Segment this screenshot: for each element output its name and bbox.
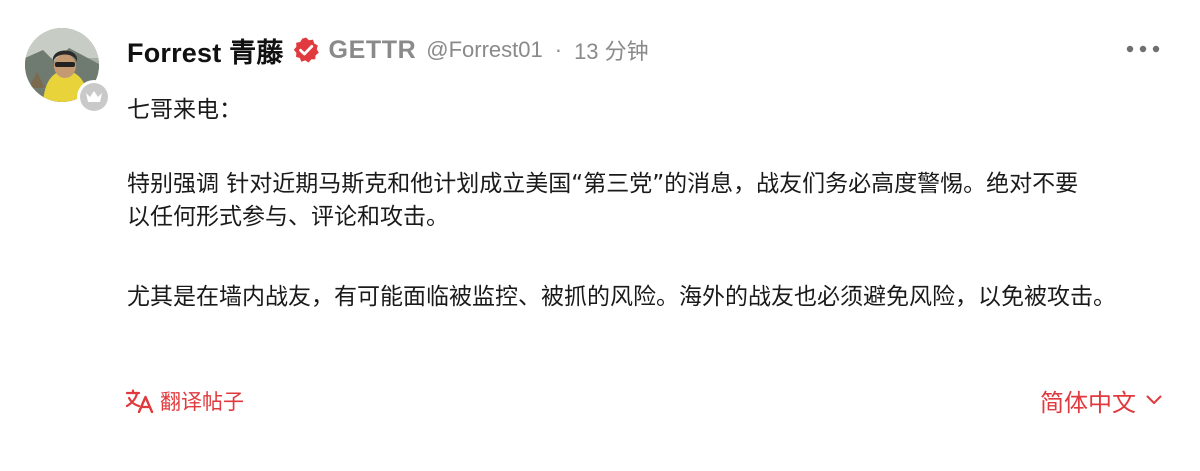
post-time[interactable]: 13 分钟 bbox=[574, 34, 649, 66]
language-label[interactable]: 简体中文 bbox=[1040, 383, 1136, 418]
chevron-down-icon bbox=[1146, 394, 1162, 406]
post-card: Forrest 青藤 GETTR @Forrest01 · 13 分钟 七哥来电… bbox=[0, 0, 1200, 471]
platform-label: GETTR bbox=[328, 35, 417, 64]
translate-label[interactable]: 翻译帖子 bbox=[160, 386, 244, 416]
author-display-name[interactable]: Forrest 青藤 bbox=[127, 31, 284, 70]
meta-separator: · bbox=[554, 37, 563, 62]
translate-icon bbox=[126, 389, 154, 413]
post-paragraph-1: 七哥来电： bbox=[127, 97, 242, 123]
post-paragraph-2: 特别强调 针对近期马斯克和他计划成立美国“第三党”的消息，战友们务必高度警惕。绝… bbox=[127, 171, 1079, 230]
more-options-button[interactable] bbox=[1118, 33, 1168, 65]
translate-post-button[interactable]: 翻译帖子 bbox=[126, 386, 244, 416]
rank-badge-inner bbox=[80, 83, 108, 111]
more-horizontal-icon bbox=[1126, 45, 1160, 53]
rank-badge bbox=[77, 80, 111, 114]
author-handle[interactable]: @Forrest01 bbox=[426, 37, 542, 63]
crown-icon bbox=[86, 91, 102, 102]
post-paragraph-3: 尤其是在墙内战友，有可能面临被监控、被抓的风险。海外的战友也必须避免风险，以免被… bbox=[127, 284, 1116, 310]
language-select[interactable]: 简体中文 bbox=[1040, 383, 1162, 418]
avatar-container[interactable] bbox=[25, 28, 111, 114]
post-header: Forrest 青藤 GETTR @Forrest01 · 13 分钟 bbox=[127, 30, 649, 70]
verified-badge-icon bbox=[292, 36, 320, 64]
